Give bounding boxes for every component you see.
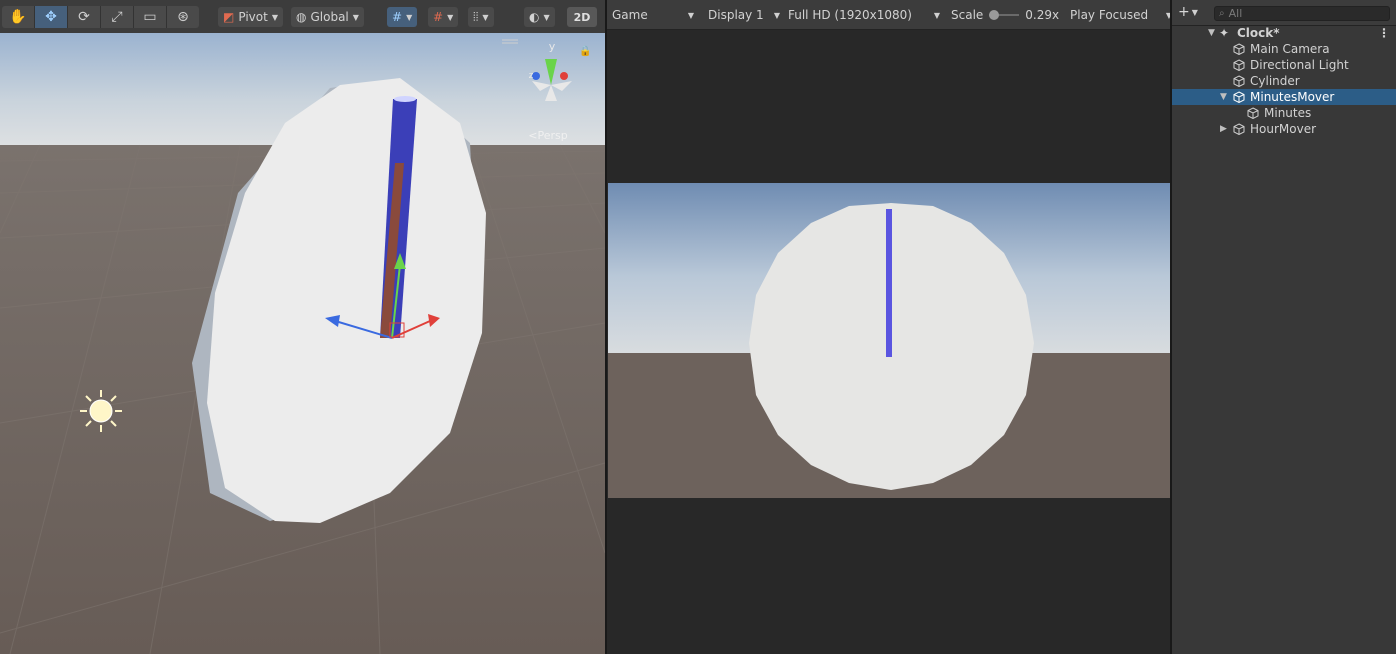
hierarchy-item-hourmover[interactable]: ▶ HourMover <box>1172 121 1396 137</box>
chevron-down-icon: ▼ <box>447 12 454 22</box>
hierarchy-item-directional-light[interactable]: Directional Light <box>1172 57 1396 73</box>
search-placeholder: All <box>1228 7 1243 20</box>
pivot-label: Pivot <box>238 10 268 24</box>
hierarchy-item-label: Minutes <box>1264 106 1312 120</box>
scene-view-panel[interactable]: ✋ ✥ ⟳ ⤢ ▭ ⊛ ◩ Pivot ▼ ◍ Global ▼ # ▼ # ▼… <box>0 0 605 654</box>
hierarchy-item-label: Main Camera <box>1250 42 1330 56</box>
scene-name: Clock* <box>1237 26 1280 40</box>
scale-slider[interactable]: Scale 0.29x <box>951 6 1059 24</box>
play-mode-label: Play Focused <box>1070 8 1149 22</box>
scale-slider-track[interactable] <box>989 10 1020 20</box>
game-minute-hand <box>886 209 892 357</box>
play-mode-dropdown[interactable]: Play Focused ▼ <box>1070 6 1170 24</box>
globe-icon: ◍ <box>296 10 307 24</box>
chevron-down-icon: ▼ <box>543 12 550 22</box>
shading-dropdown[interactable]: ◐ ▼ <box>524 7 555 27</box>
chevron-down-icon: ▼ <box>933 10 940 20</box>
rect-tool-icon[interactable]: ▭ <box>134 6 167 28</box>
gameobject-cube-icon <box>1233 123 1245 135</box>
resolution-label: Full HD (1920x1080) <box>788 8 912 22</box>
projection-label[interactable]: <Persp <box>528 129 567 142</box>
transform-tool-icon[interactable]: ⊛ <box>167 6 199 28</box>
game-view-panel[interactable]: Game ▼ Display 1 ▼ Full HD (1920x1080) ▼… <box>607 0 1170 654</box>
pivot-icon: ◩ <box>223 10 235 24</box>
2d-toggle-button[interactable]: 2D <box>567 7 597 27</box>
hierarchy-item-cylinder[interactable]: Cylinder <box>1172 73 1396 89</box>
gameobject-cube-icon <box>1233 91 1245 103</box>
scene-menu-icon[interactable]: ⋮ <box>1378 25 1390 41</box>
ruler-icon: ⦙⦙ <box>473 9 479 24</box>
ruler-dropdown[interactable]: ⦙⦙ ▼ <box>468 7 494 27</box>
chevron-down-icon: ▼ <box>687 10 694 20</box>
hierarchy-item-minutes[interactable]: Minutes <box>1172 105 1396 121</box>
chevron-down-icon: ▼ <box>352 12 359 22</box>
scale-value: 0.29x <box>1025 8 1060 22</box>
chevron-down-icon: ▼ <box>773 10 780 20</box>
hierarchy-item-minutesmover[interactable]: ▼ MinutesMover <box>1172 89 1396 105</box>
search-icon: ⌕ <box>1219 8 1225 19</box>
hierarchy-toolbar: + ▼ ⌕ All <box>1172 0 1396 26</box>
pivot-dropdown[interactable]: ◩ Pivot ▼ <box>218 7 283 27</box>
scale-label: Scale <box>951 8 984 22</box>
transform-tools: ✋ ✥ ⟳ ⤢ ▭ ⊛ <box>2 6 199 28</box>
hierarchy-item-label: Directional Light <box>1250 58 1349 72</box>
game-viewport[interactable] <box>608 183 1170 498</box>
chevron-down-icon: ▼ <box>482 12 489 22</box>
hierarchy-panel[interactable]: + ▼ ⌕ All ▼ ✦ Clock* ⋮ Main Camera Direc… <box>1172 0 1396 654</box>
gizmo-z-label: z <box>529 71 534 81</box>
expand-arrow-icon[interactable]: ▼ <box>1220 89 1227 105</box>
expand-arrow-icon[interactable]: ▼ <box>1208 25 1215 41</box>
scene-toolbar: ✋ ✥ ⟳ ⤢ ▭ ⊛ ◩ Pivot ▼ ◍ Global ▼ # ▼ # ▼… <box>0 0 605 34</box>
resolution-dropdown[interactable]: Full HD (1920x1080) ▼ <box>788 6 940 24</box>
shading-sphere-icon: ◐ <box>529 10 540 24</box>
gizmo-x-cone[interactable] <box>560 72 568 80</box>
rotate-tool-icon[interactable]: ⟳ <box>68 6 101 28</box>
gameobject-cube-icon <box>1233 75 1245 87</box>
hand-tool-icon[interactable]: ✋ <box>2 6 35 28</box>
gizmo-y-label: y <box>549 40 556 53</box>
hierarchy-item-main-camera[interactable]: Main Camera <box>1172 41 1396 57</box>
add-object-button[interactable]: + ▼ <box>1178 4 1198 20</box>
minutes-hand-cap <box>394 96 416 102</box>
chevron-down-icon: ▼ <box>271 12 278 22</box>
directional-light-icon[interactable] <box>80 390 122 432</box>
expand-arrow-right-icon[interactable]: ▶ <box>1220 121 1227 137</box>
global-label: Global <box>310 10 349 24</box>
scale-slider-thumb[interactable] <box>989 10 1000 20</box>
hierarchy-item-label: MinutesMover <box>1250 90 1335 104</box>
chevron-down-icon: ▼ <box>1165 10 1170 20</box>
add-icon: + <box>1178 4 1190 20</box>
hierarchy-item-label: HourMover <box>1250 122 1317 136</box>
lock-icon[interactable]: 🔒 <box>579 45 591 57</box>
gameobject-cube-icon <box>1233 43 1245 55</box>
scale-tool-icon[interactable]: ⤢ <box>101 6 134 28</box>
global-dropdown[interactable]: ◍ Global ▼ <box>291 7 364 27</box>
display-dropdown[interactable]: Display 1 ▼ <box>708 6 780 24</box>
snap-icon: # <box>433 10 444 24</box>
grid-icon: # <box>392 10 403 24</box>
game-mode-label: Game <box>612 8 648 22</box>
hierarchy-search-input[interactable]: ⌕ All <box>1214 6 1390 21</box>
gameobject-cube-icon <box>1247 107 1259 119</box>
display-label: Display 1 <box>708 8 764 22</box>
increment-snap-dropdown[interactable]: # ▼ <box>428 7 459 27</box>
grid-snap-dropdown[interactable]: # ▼ <box>387 7 418 27</box>
chevron-down-icon: ▼ <box>406 12 413 22</box>
chevron-down-icon: ▼ <box>1191 7 1198 17</box>
unity-scene-icon: ✦ <box>1219 26 1230 40</box>
scene-viewport[interactable]: 🔒 y z <Persp <box>0 33 605 654</box>
move-tool-icon[interactable]: ✥ <box>35 6 68 28</box>
hierarchy-tree: ▼ ✦ Clock* ⋮ Main Camera Directional Lig… <box>1172 25 1396 137</box>
game-mode-dropdown[interactable]: Game ▼ <box>612 6 694 24</box>
scene-row-clock[interactable]: ▼ ✦ Clock* ⋮ <box>1172 25 1396 41</box>
gameobject-cube-icon <box>1233 59 1245 71</box>
hierarchy-item-label: Cylinder <box>1250 74 1300 88</box>
game-toolbar: Game ▼ Display 1 ▼ Full HD (1920x1080) ▼… <box>607 0 1170 30</box>
